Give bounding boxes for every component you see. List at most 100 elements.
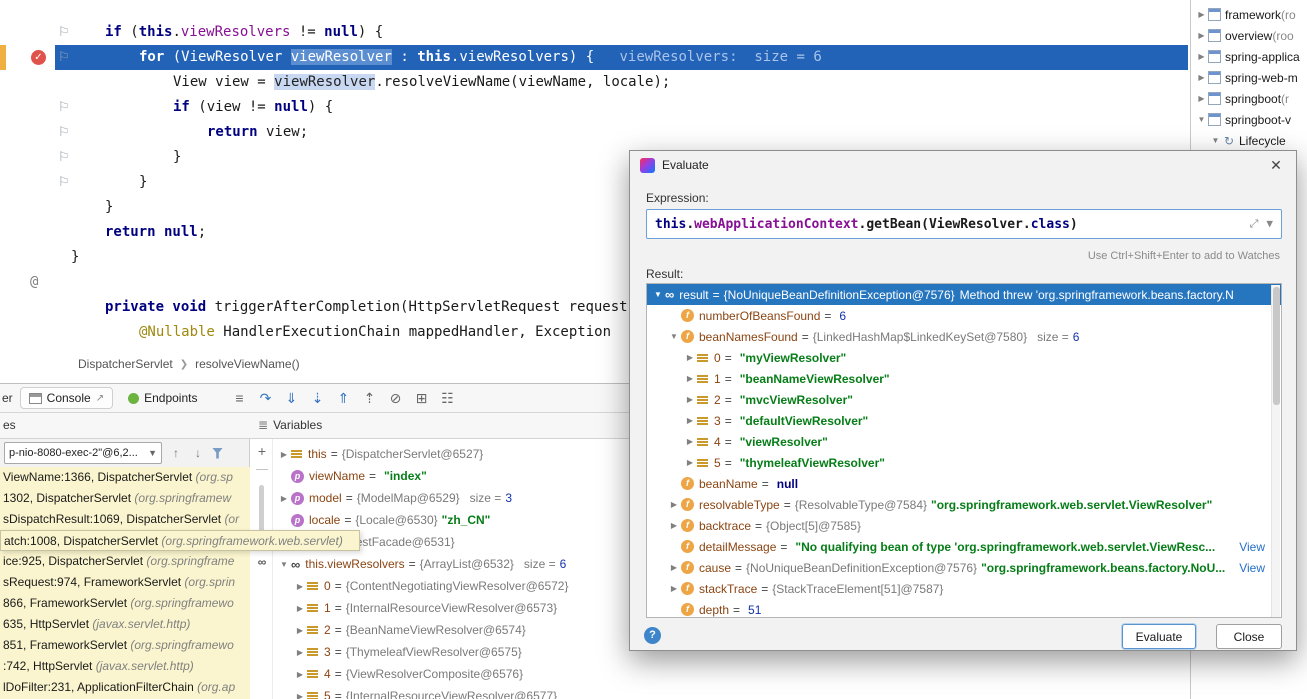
stack-frame-row[interactable]: atch:1008, DispatcherServlet (org.spring… xyxy=(0,530,360,551)
chevron-right-icon[interactable]: ▶ xyxy=(683,395,697,404)
chevron-down-icon[interactable]: ▼ xyxy=(667,332,681,341)
debugger-tab-clipped[interactable]: er xyxy=(2,391,13,405)
chevron-right-icon[interactable]: ▶ xyxy=(667,584,681,593)
chevron-down-icon[interactable]: ▼ xyxy=(277,560,291,569)
stack-frame-row[interactable]: ViewName:1366, DispatcherServlet (org.sp xyxy=(0,467,250,488)
drop-frame-icon[interactable]: ⇡ xyxy=(356,390,382,407)
project-tree-item[interactable]: ▶spring-applica xyxy=(1191,46,1307,67)
chevron-right-icon[interactable]: ▶ xyxy=(277,450,291,459)
result-scrollbar[interactable] xyxy=(1271,285,1280,618)
expression-input[interactable]: this.webApplicationContext.getBean(ViewR… xyxy=(646,209,1282,239)
tree-row[interactable]: ▶fbacktrace={Object[5]@7585} xyxy=(647,515,1281,536)
close-icon[interactable]: ✕ xyxy=(1266,157,1286,174)
tree-row[interactable]: ▶fresolvableType={ResolvableType@7584}"o… xyxy=(647,494,1281,515)
breadcrumb-class[interactable]: DispatcherServlet xyxy=(78,357,173,371)
tab-console[interactable]: Console ↗ xyxy=(20,387,113,409)
stack-frame-row[interactable]: 635, HttpServlet (javax.servlet.http) xyxy=(0,614,250,635)
stack-frame-row[interactable]: lDoFilter:231, ApplicationFilterChain (o… xyxy=(0,677,250,698)
help-icon[interactable]: ? xyxy=(644,627,661,644)
hide-frames-filter-icon[interactable] xyxy=(212,448,223,459)
chevron-right-icon[interactable]: ▶ xyxy=(667,563,681,572)
bookmark-flag-icon[interactable]: ⚐ xyxy=(58,125,70,139)
tree-row[interactable]: ▶5="thymeleafViewResolver" xyxy=(647,452,1281,473)
bookmark-flag-icon[interactable]: ⚐ xyxy=(58,175,70,189)
breadcrumb-method[interactable]: resolveViewName() xyxy=(195,357,299,371)
tree-row[interactable]: ▶2="mvcViewResolver" xyxy=(647,389,1281,410)
stack-frame-row[interactable]: ice:925, DispatcherServlet (org.springfr… xyxy=(0,551,250,572)
add-watch-icon[interactable]: + xyxy=(255,443,269,459)
stack-frame-row[interactable]: 866, FrameworkServlet (org.springframewo xyxy=(0,593,250,614)
chevron-down-icon[interactable]: ▼ xyxy=(651,290,665,299)
chevron-right-icon[interactable]: ▶ xyxy=(1195,73,1208,82)
chevron-right-icon[interactable]: ▶ xyxy=(293,692,307,699)
chevron-right-icon[interactable]: ▶ xyxy=(683,353,697,362)
bookmark-flag-icon[interactable]: ⚐ xyxy=(58,25,70,39)
result-row-selected[interactable]: ▼∞result={NoUniqueBeanDefinitionExceptio… xyxy=(647,284,1281,305)
chevron-right-icon[interactable]: ▶ xyxy=(667,521,681,530)
tree-row[interactable]: ▶4={ViewResolverComposite@6576} xyxy=(273,663,1190,685)
close-button[interactable]: Close xyxy=(1216,624,1282,649)
project-tree-item[interactable]: ▶spring-web-m xyxy=(1191,67,1307,88)
step-out-icon[interactable]: ⇑ xyxy=(330,390,356,407)
tree-row[interactable]: ▶fcause={NoUniqueBeanDefinitionException… xyxy=(647,557,1281,578)
project-tree-item[interactable]: ▼↻Lifecycle xyxy=(1191,130,1307,151)
chevron-right-icon[interactable]: ▶ xyxy=(293,582,307,591)
chevron-right-icon[interactable]: ▶ xyxy=(277,494,291,503)
chevron-right-icon[interactable]: ▶ xyxy=(683,374,697,383)
chevron-right-icon[interactable]: ▶ xyxy=(1195,52,1208,61)
chevron-right-icon[interactable]: ▶ xyxy=(683,458,697,467)
evaluate-button[interactable]: Evaluate xyxy=(1122,624,1196,649)
chevron-down-icon[interactable]: ▼ xyxy=(1195,115,1208,124)
code-line[interactable]: if (this.viewResolvers != null) { xyxy=(55,20,1188,45)
project-tree-item[interactable]: ▶overview (roo xyxy=(1191,25,1307,46)
tree-row[interactable]: ▶5={InternalResourceViewResolver@6577} xyxy=(273,685,1190,699)
frame-down-icon[interactable]: ↓ xyxy=(190,446,206,460)
stack-frame-row[interactable]: 1302, DispatcherServlet (org.springframe… xyxy=(0,488,250,509)
show-watches-icon[interactable]: ∞ xyxy=(254,555,270,569)
tab-endpoints[interactable]: Endpoints xyxy=(120,388,205,408)
chevron-right-icon[interactable]: ▶ xyxy=(1195,10,1208,19)
tree-row[interactable]: ▶1="beanNameViewResolver" xyxy=(647,368,1281,389)
tree-row[interactable]: ▶0="myViewResolver" xyxy=(647,347,1281,368)
tree-row[interactable]: ▶4="viewResolver" xyxy=(647,431,1281,452)
step-over-icon[interactable]: ↷ xyxy=(252,390,278,407)
tree-row[interactable]: ▶fstackTrace={StackTraceElement[51]@7587… xyxy=(647,578,1281,599)
code-line[interactable]: View view = viewResolver.resolveViewName… xyxy=(55,70,1188,95)
tree-row[interactable]: ▼fbeanNamesFound={LinkedHashMap$LinkedKe… xyxy=(647,326,1281,347)
chevron-right-icon[interactable]: ▶ xyxy=(683,437,697,446)
expand-editor-icon[interactable]: ⤢ xyxy=(1250,217,1259,231)
chevron-right-icon[interactable]: ▶ xyxy=(1195,94,1208,103)
breakpoint-hit-icon[interactable]: ✓ xyxy=(31,50,46,65)
chevron-right-icon[interactable]: ▶ xyxy=(293,604,307,613)
force-step-into-icon[interactable]: ⇣ xyxy=(304,390,330,407)
tree-row[interactable]: fnumberOfBeansFound=6 xyxy=(647,305,1281,326)
chevron-right-icon[interactable]: ▶ xyxy=(293,648,307,657)
step-into-icon[interactable]: ⇓ xyxy=(278,390,304,407)
bookmark-flag-icon[interactable]: ⚐ xyxy=(58,50,70,64)
layout-settings-icon[interactable]: ☷ xyxy=(434,390,460,407)
tree-row[interactable]: fbeanName=null xyxy=(647,473,1281,494)
bookmark-flag-icon[interactable]: ⚐ xyxy=(58,150,70,164)
scrollbar-thumb[interactable] xyxy=(1273,287,1280,405)
chevron-down-icon[interactable]: ▼ xyxy=(1209,136,1222,145)
view-breakpoints-grid-icon[interactable]: ⊞ xyxy=(408,390,434,407)
chevron-right-icon[interactable]: ▶ xyxy=(683,416,697,425)
frame-up-icon[interactable]: ↑ xyxy=(168,446,184,460)
thread-dropdown[interactable]: p-nio-8080-exec-2"@6,2... ▼ xyxy=(4,442,162,464)
bookmark-flag-icon[interactable]: ⚐ xyxy=(58,100,70,114)
project-tree-item[interactable]: ▶framework (ro xyxy=(1191,4,1307,25)
project-tree-item[interactable]: ▼springboot-v xyxy=(1191,109,1307,130)
tree-row[interactable]: ▶3="defaultViewResolver" xyxy=(647,410,1281,431)
code-line[interactable]: return view; xyxy=(55,120,1188,145)
execution-line[interactable]: for (ViewResolver viewResolver : this.vi… xyxy=(55,45,1188,70)
code-line[interactable]: if (view != null) { xyxy=(55,95,1188,120)
chevron-right-icon[interactable]: ▶ xyxy=(293,626,307,635)
history-chevron-down-icon[interactable]: ▼ xyxy=(1266,217,1273,231)
chevron-right-icon[interactable]: ▶ xyxy=(667,500,681,509)
tree-row[interactable]: fdetailMessage="No qualifying bean of ty… xyxy=(647,536,1281,557)
mute-breakpoints-icon[interactable]: ⊘ xyxy=(382,390,408,407)
stack-frame-row[interactable]: 851, FrameworkServlet (org.springframewo xyxy=(0,635,250,656)
frames-tab-clipped[interactable]: es xyxy=(3,418,16,432)
project-tree-item[interactable]: ▶springboot (r xyxy=(1191,88,1307,109)
chevron-right-icon[interactable]: ▶ xyxy=(293,670,307,679)
